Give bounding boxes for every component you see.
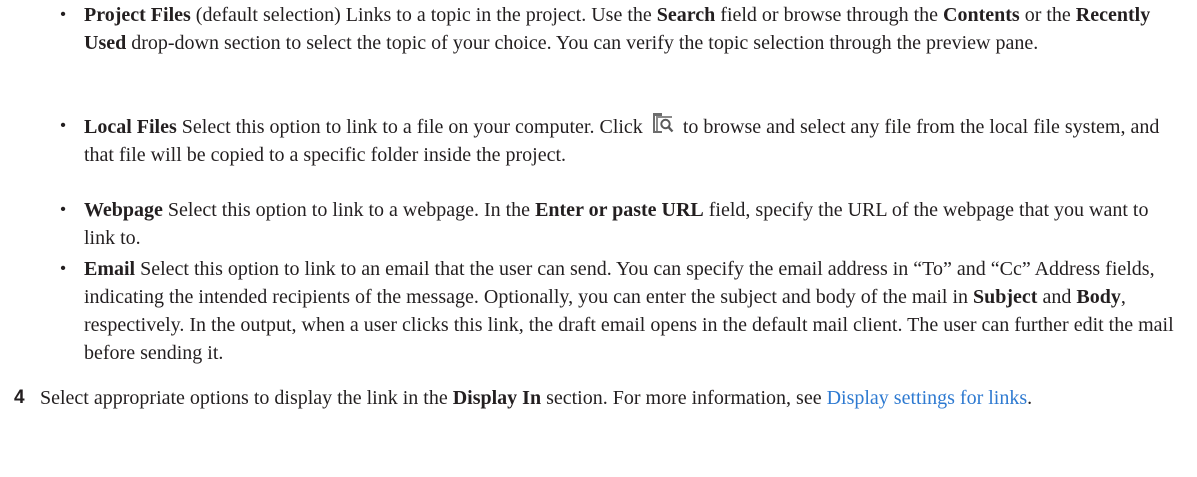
list-item-text: Webpage Select this option to link to a … — [84, 196, 1178, 252]
text-run: and — [1037, 286, 1077, 308]
display-settings-link[interactable]: Display settings for links — [827, 387, 1028, 409]
bullet-marker: • — [60, 201, 66, 218]
text-run: Select this option to link to a file on … — [176, 116, 648, 138]
term-local-files: Local Files — [84, 116, 177, 138]
text-run: section. For more information, see — [541, 387, 827, 409]
term-display-in: Display In — [452, 387, 542, 409]
list-item-local-files: • Local Files Select this option to link… — [56, 112, 1178, 169]
browse-folder-icon — [652, 112, 674, 134]
step-text: Select appropriate options to display th… — [40, 384, 1178, 412]
text-run: Select appropriate options to display th… — [40, 387, 453, 409]
term-project-files: Project Files — [84, 4, 191, 26]
list-item-webpage: • Webpage Select this option to link to … — [56, 196, 1178, 252]
text-run: Select this option to link to a webpage.… — [162, 199, 536, 221]
term-contents: Contents — [943, 4, 1020, 26]
text-run: . — [1027, 387, 1033, 409]
term-search: Search — [656, 4, 716, 26]
document-page: • Project Files (default selection) Link… — [0, 0, 1197, 477]
text-run: or the — [1019, 4, 1076, 26]
term-subject: Subject — [973, 286, 1038, 308]
list-item-text: Project Files (default selection) Links … — [84, 1, 1178, 57]
list-item-email: • Email Select this option to link to an… — [56, 255, 1178, 367]
term-email: Email — [84, 258, 136, 280]
bullet-marker: • — [60, 6, 66, 23]
bullet-marker: • — [60, 260, 66, 277]
step-number: 4 — [14, 387, 25, 408]
text-run: field or browse through the — [715, 4, 944, 26]
list-item-text: Local Files Select this option to link t… — [84, 112, 1178, 169]
step-4: 4 Select appropriate options to display … — [14, 384, 1178, 412]
list-item-text: Email Select this option to link to an e… — [84, 255, 1178, 367]
text-run: drop-down section to select the topic of… — [126, 32, 1039, 54]
term-enter-or-paste-url: Enter or paste URL — [535, 199, 704, 221]
list-item-project-files: • Project Files (default selection) Link… — [56, 1, 1178, 57]
term-body: Body — [1076, 286, 1121, 308]
text-run: (default selection) Links to a topic in … — [190, 4, 657, 26]
term-webpage: Webpage — [84, 199, 163, 221]
bullet-marker: • — [60, 117, 66, 134]
